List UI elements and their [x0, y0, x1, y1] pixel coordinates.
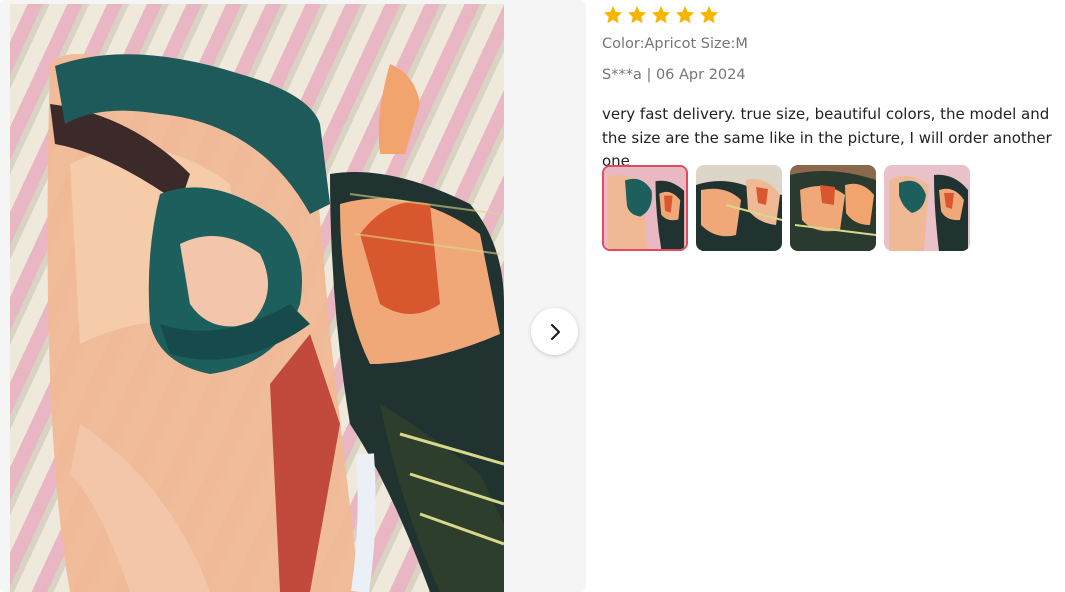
- review-photo-main[interactable]: [10, 4, 504, 592]
- review-thumbnail-3[interactable]: [790, 165, 876, 251]
- rating-stars: [602, 4, 720, 26]
- star-icon: [627, 5, 647, 24]
- chevron-right-icon: [550, 323, 560, 340]
- thumbnail-image: [884, 165, 970, 251]
- star-icon: [675, 5, 695, 24]
- review-thumbnail-4[interactable]: [884, 165, 970, 251]
- star-icon: [651, 5, 671, 24]
- review-text: very fast delivery. true size, beautiful…: [602, 105, 1052, 170]
- photo-illustration: [47, 54, 504, 592]
- review-thumbnail-2[interactable]: [696, 165, 782, 251]
- review-sku-info: Color:Apricot Size:M: [602, 36, 748, 52]
- next-image-button[interactable]: [531, 308, 578, 355]
- review-thumbnail-1[interactable]: [602, 165, 688, 251]
- thumbnail-image: [790, 165, 876, 251]
- review-author-date: S***a | 06 Apr 2024: [602, 67, 746, 83]
- star-icon: [603, 5, 623, 24]
- review-image-viewer: [0, 0, 586, 592]
- review-thumbnails: [602, 165, 970, 251]
- star-icon: [699, 5, 719, 24]
- thumbnail-image: [696, 165, 782, 251]
- thumbnail-image: [604, 167, 686, 249]
